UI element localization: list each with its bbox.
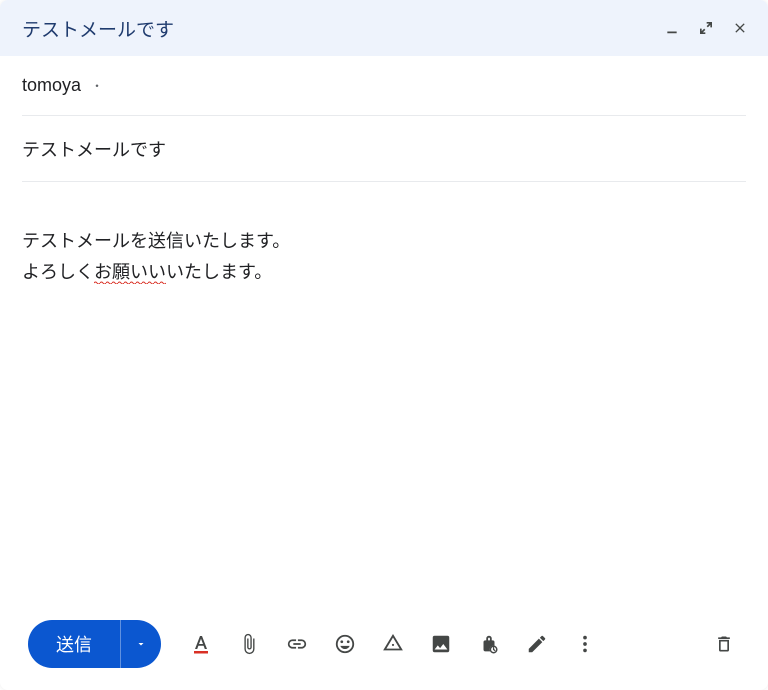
subject-text: テストメールです bbox=[22, 136, 166, 162]
subject-field[interactable]: テストメールです bbox=[22, 116, 746, 182]
to-field[interactable]: tomoya ・ bbox=[22, 56, 746, 116]
message-body[interactable]: テストメールを送信いたします。 よろしくお願いいいたします。 bbox=[0, 182, 768, 602]
body-line-1: テストメールを送信いたします。 bbox=[22, 226, 746, 257]
close-icon[interactable] bbox=[730, 18, 750, 38]
compose-title: テストメールです bbox=[22, 15, 662, 42]
more-options-icon[interactable] bbox=[563, 622, 607, 666]
recipient-separator: ・ bbox=[91, 77, 103, 94]
confidential-mode-icon[interactable] bbox=[467, 622, 511, 666]
send-button[interactable]: 送信 bbox=[28, 620, 120, 668]
drive-icon[interactable] bbox=[371, 622, 415, 666]
attach-file-icon[interactable] bbox=[227, 622, 271, 666]
header-actions bbox=[662, 18, 750, 38]
insert-link-icon[interactable] bbox=[275, 622, 319, 666]
compose-footer: 送信 bbox=[0, 602, 768, 690]
expand-icon[interactable] bbox=[696, 18, 716, 38]
recipient-chip[interactable]: tomoya bbox=[22, 75, 81, 96]
minimize-icon[interactable] bbox=[662, 18, 682, 38]
send-button-group: 送信 bbox=[28, 620, 161, 668]
insert-photo-icon[interactable] bbox=[419, 622, 463, 666]
emoji-icon[interactable] bbox=[323, 622, 367, 666]
signature-icon[interactable] bbox=[515, 622, 559, 666]
spellcheck-underline: お願いい bbox=[94, 262, 166, 284]
compose-header: テストメールです bbox=[0, 0, 768, 56]
body-line-2: よろしくお願いいいたします。 bbox=[22, 257, 746, 288]
compose-fields: tomoya ・ テストメールです bbox=[0, 56, 768, 182]
chevron-down-icon bbox=[135, 638, 147, 650]
body-line-2-pre: よろしく bbox=[22, 262, 94, 282]
compose-window: テストメールです tomoya ・ テストメールです テストメールを送信いたしま… bbox=[0, 0, 768, 690]
discard-draft-icon[interactable] bbox=[702, 622, 746, 666]
body-line-2-post: いたします。 bbox=[166, 262, 272, 282]
text-format-icon[interactable] bbox=[179, 622, 223, 666]
send-options-button[interactable] bbox=[120, 620, 161, 668]
